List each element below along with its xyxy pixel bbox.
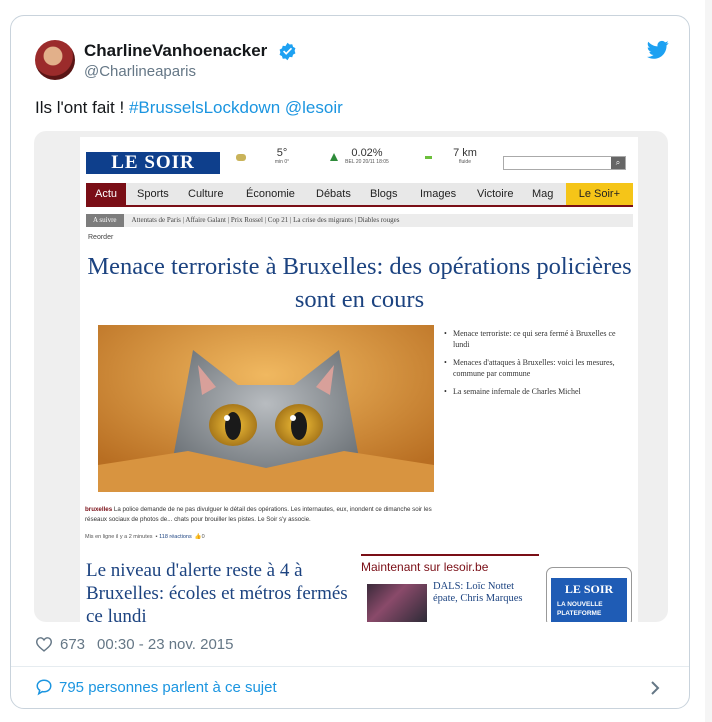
tablet-text: LA NOUVELLE PLATEFORME	[557, 601, 603, 617]
related-item: Menace terroriste: ce qui sera fermé à B…	[444, 328, 629, 350]
thumb-icon: 👍	[194, 534, 202, 540]
weather-temp: 5° min 0°	[274, 147, 290, 165]
cat-photo	[98, 325, 434, 492]
lesoir-logo: LE SOIR	[86, 152, 220, 174]
now-on-title: Maintenant sur lesoir.be	[361, 554, 539, 574]
verified-badge-icon	[279, 42, 296, 61]
mention-link[interactable]: @lesoir	[285, 98, 343, 117]
search-icon: ⌕	[611, 157, 625, 169]
a-suivre-label: A suivre	[86, 214, 124, 227]
chevron-right-icon[interactable]	[650, 681, 660, 695]
dals-headline: DALS: Loïc Nottet épate, Chris Marques	[433, 581, 523, 604]
nav-economie: Économie	[246, 188, 295, 200]
nav-sports: Sports	[137, 188, 169, 200]
tweet-media-image[interactable]: LE SOIR 5° min 0° 0.02% BEL 20 20/11 18:05…	[34, 131, 668, 622]
twitter-bird-icon[interactable]	[647, 40, 669, 60]
tweet-text: Ils l'ont fait ! #BrusselsLockdown @leso…	[35, 98, 343, 118]
up-arrow-icon	[330, 153, 338, 161]
nav-lesoir-plus: Le Soir+	[565, 183, 633, 205]
caption-text: La police demande de ne pas divulguer le…	[85, 506, 432, 523]
hashtag-link[interactable]: #BrusselsLockdown	[129, 98, 280, 117]
scrollbar[interactable]	[705, 0, 712, 722]
comment-icon: ▪	[155, 534, 158, 540]
nav-debats: Débats	[316, 188, 351, 200]
lesoir-page-screenshot: LE SOIR 5° min 0° 0.02% BEL 20 20/11 18:05…	[80, 137, 638, 622]
related-item: La semaine infernale de Charles Michel	[444, 386, 629, 397]
caption-location: bruxelles	[85, 506, 113, 513]
divider	[11, 666, 689, 667]
reactions-count: 118 réactions	[159, 534, 192, 540]
nav-mag: Mag	[532, 188, 554, 200]
author-name[interactable]: CharlineVanhoenacker	[84, 41, 267, 61]
related-item: Menaces d'attaques à Bruxelles: voici le…	[444, 357, 629, 379]
tablet-logo: LE SOIR	[564, 582, 614, 596]
traffic-info: 7 km fluide	[453, 147, 477, 165]
site-nav: Actu Sports Culture Économie Débats Blog…	[86, 183, 633, 207]
tablet-promo: LE SOIR LA NOUVELLE PLATEFORME	[546, 567, 632, 622]
secondary-headline: Le niveau d'alerte reste à 4 à Bruxelles…	[86, 560, 348, 622]
conversation-link[interactable]: 795 personnes parlent à ce sujet	[59, 679, 277, 696]
photo-caption: bruxelles La police demande de ne pas di…	[85, 505, 435, 525]
reorder-label: Reorder	[88, 234, 114, 241]
dals-thumbnail	[367, 584, 427, 622]
related-articles: Menace terroriste: ce qui sera fermé à B…	[444, 328, 629, 404]
tweet-timestamp[interactable]: 00:30 - 23 nov. 2015	[97, 636, 234, 653]
now-on-panel: Maintenant sur lesoir.be DALS: Loïc Nott…	[361, 554, 539, 622]
speech-bubble-icon[interactable]	[35, 678, 53, 696]
nav-blogs: Blogs	[370, 188, 398, 200]
nav-actu: Actu	[86, 183, 127, 205]
likes-count: 0	[201, 534, 205, 540]
nav-culture: Culture	[188, 188, 224, 200]
stock-index: 0.02% BEL 20 20/11 18:05	[345, 147, 389, 165]
nav-victoire: Victoire	[477, 188, 514, 200]
avatar[interactable]	[35, 40, 75, 80]
weather-cloud-icon	[236, 154, 246, 161]
heart-icon[interactable]	[35, 636, 53, 652]
author-handle[interactable]: @Charlineaparis	[84, 63, 196, 80]
topic-breadcrumb: A suivre Attentats de Paris | Affaire Gal…	[86, 214, 633, 227]
tweet-card[interactable]: CharlineVanhoenacker @Charlineaparis Ils…	[10, 15, 690, 709]
nav-images: Images	[420, 188, 457, 200]
like-count[interactable]: 673	[60, 636, 85, 653]
topic-links: Attentats de Paris | Affaire Galant | Pr…	[131, 216, 400, 224]
publish-time: Mis en ligne il y a 2 minutes	[85, 534, 153, 540]
article-meta: Mis en ligne il y a 2 minutes ▪ 118 réac…	[85, 534, 205, 540]
site-search-input: ⌕	[503, 156, 626, 170]
article-headline: Menace terroriste à Bruxelles: des opéra…	[87, 253, 632, 313]
traffic-icon	[425, 156, 432, 159]
tweet-text-prefix: Ils l'ont fait !	[35, 98, 129, 117]
